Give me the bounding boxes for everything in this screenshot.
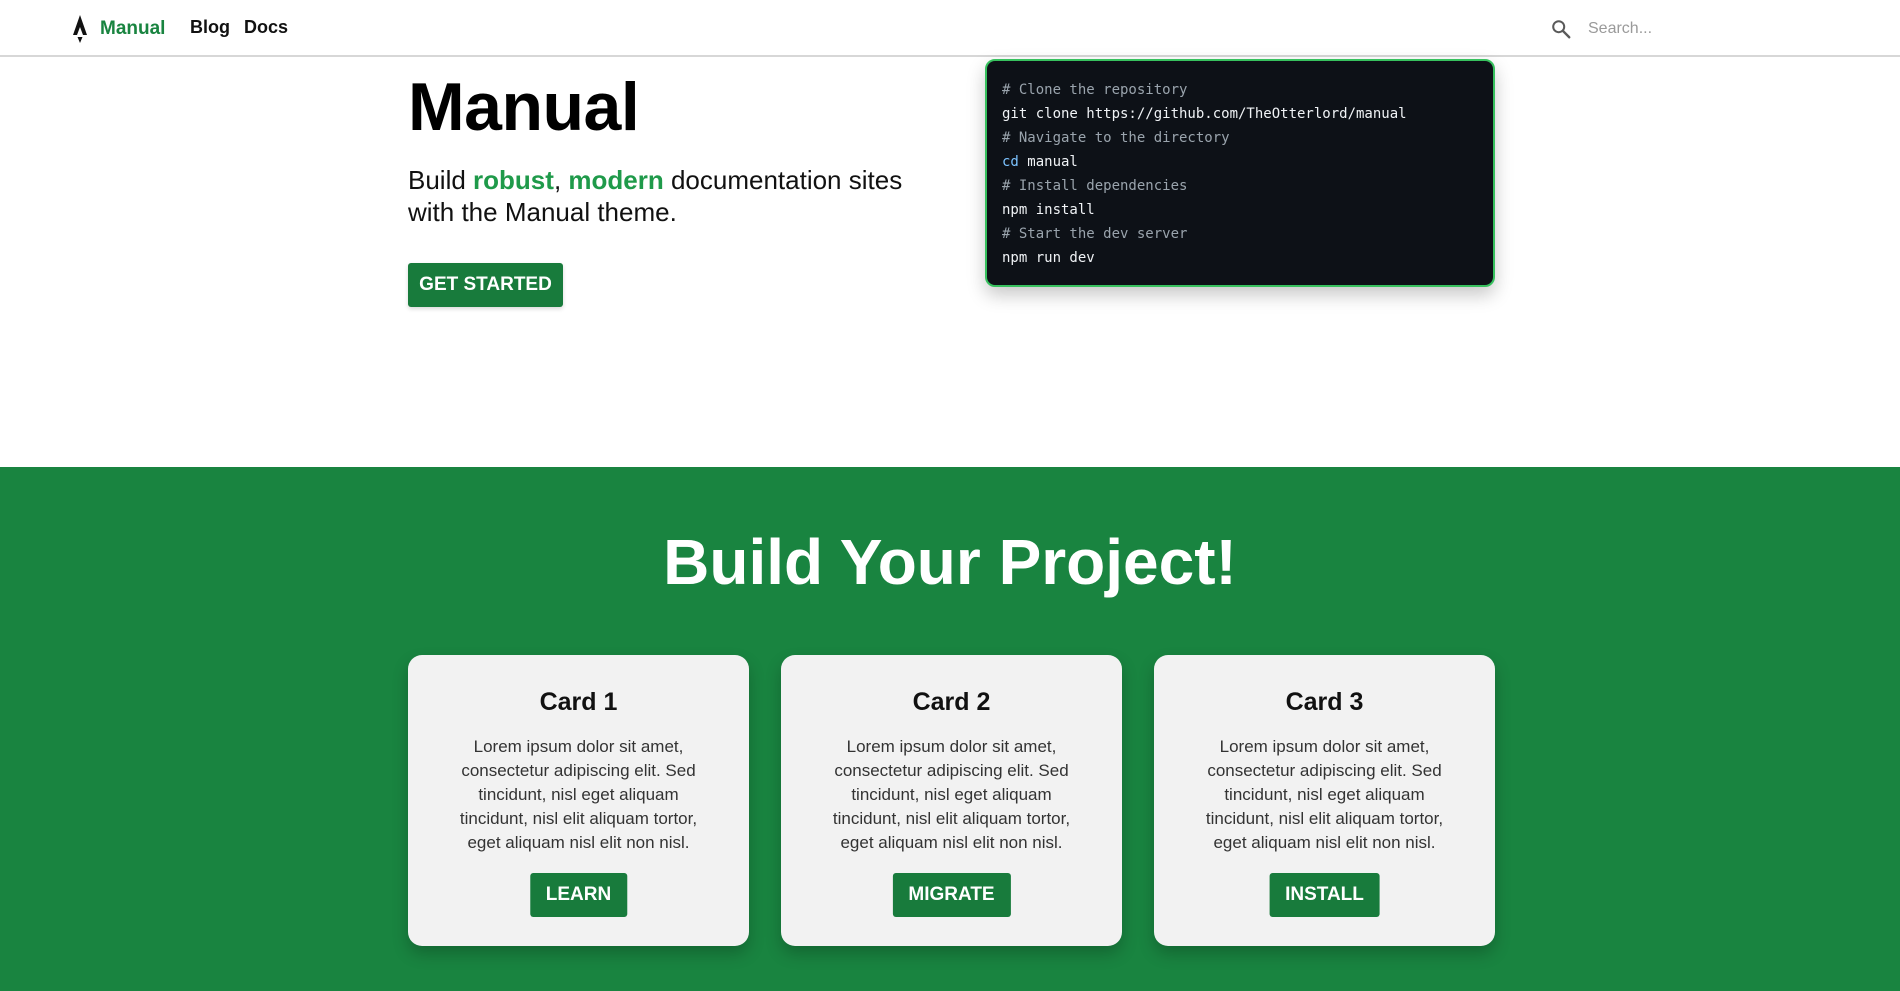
tagline-text-1: Build bbox=[408, 165, 474, 195]
card-title: Card 2 bbox=[912, 688, 991, 716]
card-text: Lorem ipsum dolor sit amet, consectetur … bbox=[1205, 737, 1444, 852]
install-button[interactable]: INSTALL bbox=[1269, 873, 1380, 917]
tagline-highlight-modern: modern bbox=[568, 165, 664, 195]
learn-button[interactable]: LEARN bbox=[529, 873, 628, 917]
build-project-section: Build Your Project! Card 1 Lorem ipsum d… bbox=[0, 467, 1900, 991]
tagline-highlight-robust: robust bbox=[473, 165, 554, 195]
rocket-logo-icon bbox=[73, 15, 87, 43]
card-title: Card 1 bbox=[539, 688, 618, 716]
nav-links: Blog Docs bbox=[190, 17, 302, 38]
code-command-cd-arg: manual bbox=[1018, 154, 1078, 170]
tagline-text-2: , bbox=[553, 165, 569, 195]
hero-title: Manual bbox=[408, 69, 640, 145]
code-command-npm-run-dev: npm run dev bbox=[1002, 250, 1095, 266]
card-text: Lorem ipsum dolor sit amet, consectetur … bbox=[832, 737, 1071, 852]
code-command-git-clone: git clone https://github.com/TheOtterlor… bbox=[1002, 106, 1407, 122]
section-title: Build Your Project! bbox=[663, 526, 1237, 598]
migrate-button[interactable]: MIGRATE bbox=[892, 873, 1011, 917]
search-box bbox=[1550, 12, 1790, 46]
code-snippet-panel: # Clone the repository git clone https:/… bbox=[985, 59, 1495, 287]
code-comment-navigate: # Navigate to the directory bbox=[1002, 130, 1230, 146]
get-started-button[interactable]: GET STARTED bbox=[408, 263, 563, 307]
code-command-cd: cd manual bbox=[1002, 150, 1478, 174]
code-keyword-cd: cd bbox=[1002, 154, 1019, 170]
card-1: Card 1 Lorem ipsum dolor sit amet, conse… bbox=[408, 655, 749, 946]
code-comment-clone: # Clone the repository bbox=[1002, 82, 1188, 98]
code-comment-dev-server: # Start the dev server bbox=[1002, 226, 1188, 242]
brand-link[interactable]: Manual bbox=[70, 14, 165, 44]
top-nav: Manual Blog Docs bbox=[0, 0, 1900, 57]
code-command-npm-install: npm install bbox=[1002, 202, 1095, 218]
search-icon[interactable] bbox=[1550, 18, 1572, 40]
nav-link-docs[interactable]: Docs bbox=[244, 17, 288, 38]
search-input[interactable] bbox=[1588, 20, 1768, 38]
card-title: Card 3 bbox=[1285, 688, 1364, 716]
brand-name: Manual bbox=[100, 18, 166, 39]
nav-link-blog[interactable]: Blog bbox=[190, 17, 230, 38]
card-text: Lorem ipsum dolor sit amet, consectetur … bbox=[459, 737, 698, 852]
hero-tagline: Build robust, modern documentation sites… bbox=[408, 164, 928, 228]
code-comment-install: # Install dependencies bbox=[1002, 178, 1188, 194]
card-2: Card 2 Lorem ipsum dolor sit amet, conse… bbox=[781, 655, 1122, 946]
card-3: Card 3 Lorem ipsum dolor sit amet, conse… bbox=[1154, 655, 1495, 946]
